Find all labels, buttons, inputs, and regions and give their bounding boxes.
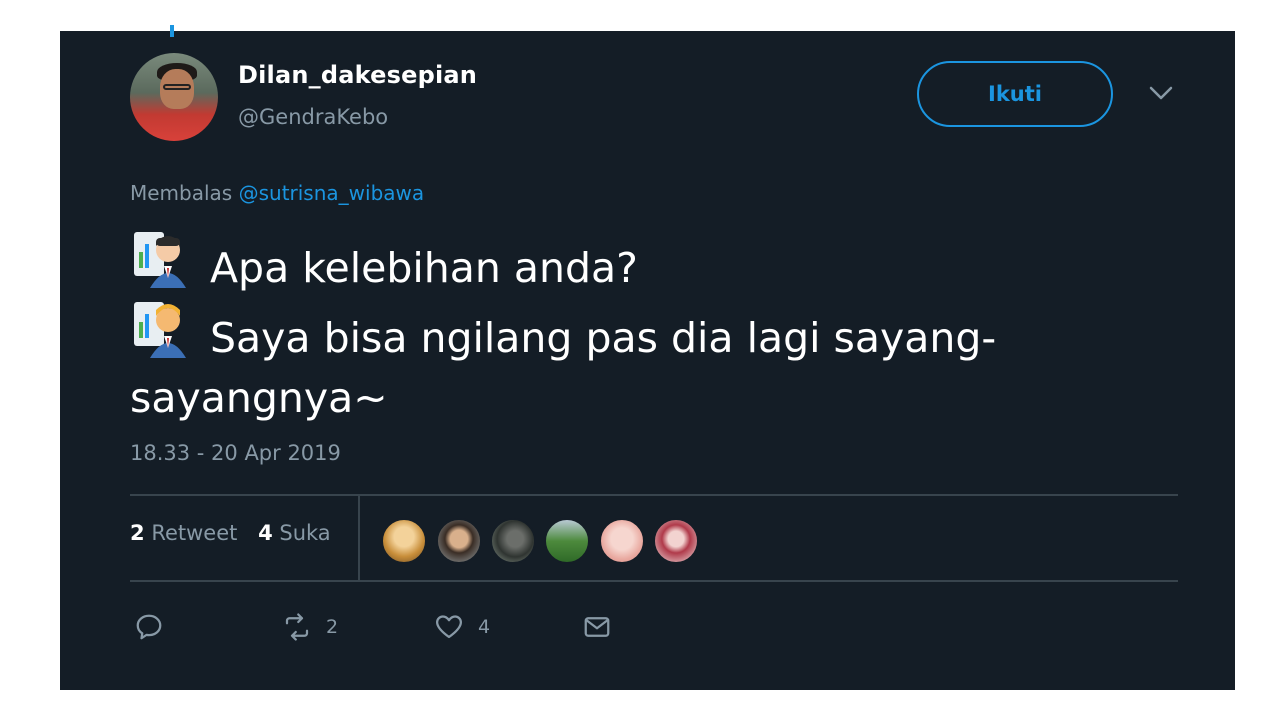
author-avatar[interactable] (130, 53, 218, 141)
envelope-icon (584, 617, 610, 637)
follow-button[interactable]: Ikuti (917, 61, 1113, 127)
tweet-timestamp[interactable]: 18.33 - 20 Apr 2019 (130, 441, 341, 465)
heart-icon (436, 615, 462, 639)
divider-top (130, 494, 1178, 496)
tweet-line: Apa kelebihan anda? (130, 228, 1090, 298)
tweet-line-text: Apa kelebihan anda? (210, 244, 638, 292)
stats-vertical-divider (358, 495, 360, 581)
retweet-action-count: 2 (326, 616, 339, 638)
liker-avatar[interactable] (653, 518, 699, 564)
tweet-card: Dilan_dakesepian @GendraKebo Ikuti Memba… (60, 25, 1235, 690)
divider-bottom (130, 580, 1178, 582)
reply-prefix: Membalas (130, 181, 233, 205)
like-button[interactable]: 4 (434, 609, 490, 645)
retweet-stat[interactable]: 2 Retweet (130, 521, 237, 545)
like-stat[interactable]: 4 Suka (258, 521, 331, 545)
author-handle[interactable]: @GendraKebo (238, 105, 388, 129)
like-action-count: 4 (478, 616, 491, 638)
thread-connector (170, 25, 174, 37)
man-office-worker-emoji (130, 228, 194, 288)
retweet-icon (285, 613, 309, 641)
reply-context: Membalas @sutrisna_wibawa (130, 181, 424, 205)
liker-avatar[interactable] (544, 518, 590, 564)
blond-man-office-worker-emoji (130, 298, 194, 358)
tweet-text: Apa kelebihan anda? Saya bisa ngilang pa… (130, 228, 1090, 428)
tweet-line-text: Saya bisa ngilang pas dia lagi sayang-sa… (130, 314, 997, 422)
retweet-button[interactable]: 2 (282, 609, 338, 645)
reply-button[interactable] (134, 609, 164, 645)
direct-message-button[interactable] (582, 609, 612, 645)
liker-avatar[interactable] (599, 518, 645, 564)
liker-avatar[interactable] (381, 518, 427, 564)
chevron-down-icon[interactable] (1148, 83, 1174, 103)
tweet-line: Saya bisa ngilang pas dia lagi sayang-sa… (130, 298, 1090, 428)
reply-icon (136, 614, 162, 640)
author-display-name[interactable]: Dilan_dakesepian (238, 61, 477, 89)
reply-mention-link[interactable]: @sutrisna_wibawa (239, 181, 425, 205)
liker-avatar[interactable] (490, 518, 536, 564)
engagement-stats: 2 Retweet 4 Suka (130, 521, 345, 545)
liker-avatar[interactable] (436, 518, 482, 564)
